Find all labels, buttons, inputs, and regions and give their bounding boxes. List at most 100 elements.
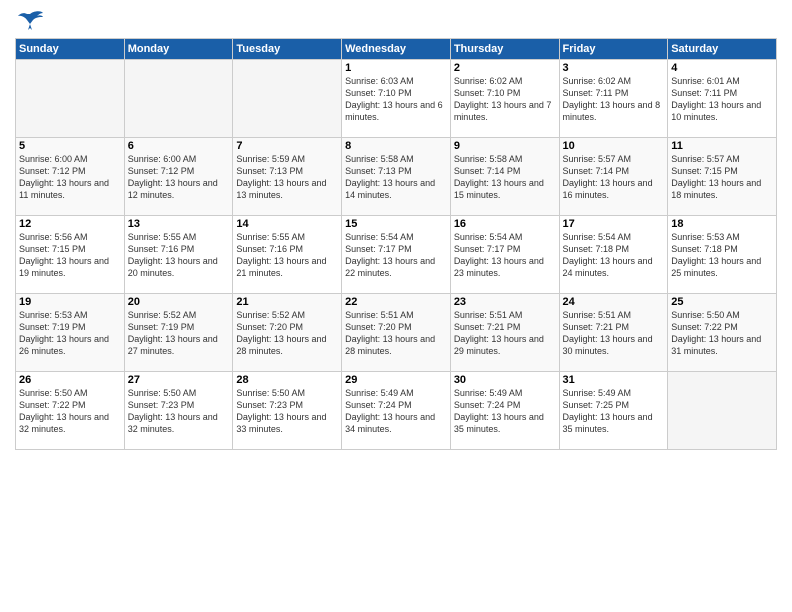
day-info: Sunrise: 5:50 AM Sunset: 7:23 PM Dayligh…	[128, 387, 230, 436]
day-number: 19	[19, 296, 121, 308]
day-info: Sunrise: 5:51 AM Sunset: 7:21 PM Dayligh…	[454, 309, 556, 358]
calendar-cell: 20Sunrise: 5:52 AM Sunset: 7:19 PM Dayli…	[124, 294, 233, 372]
calendar-cell: 23Sunrise: 5:51 AM Sunset: 7:21 PM Dayli…	[450, 294, 559, 372]
calendar-cell: 12Sunrise: 5:56 AM Sunset: 7:15 PM Dayli…	[16, 216, 125, 294]
day-info: Sunrise: 5:54 AM Sunset: 7:18 PM Dayligh…	[563, 231, 665, 280]
day-number: 16	[454, 218, 556, 230]
calendar-cell	[124, 60, 233, 138]
calendar-cell: 13Sunrise: 5:55 AM Sunset: 7:16 PM Dayli…	[124, 216, 233, 294]
calendar-cell: 30Sunrise: 5:49 AM Sunset: 7:24 PM Dayli…	[450, 372, 559, 450]
day-info: Sunrise: 5:50 AM Sunset: 7:22 PM Dayligh…	[19, 387, 121, 436]
calendar-cell: 10Sunrise: 5:57 AM Sunset: 7:14 PM Dayli…	[559, 138, 668, 216]
weekday-header-sunday: Sunday	[16, 39, 125, 60]
calendar-cell: 7Sunrise: 5:59 AM Sunset: 7:13 PM Daylig…	[233, 138, 342, 216]
calendar-cell	[16, 60, 125, 138]
day-info: Sunrise: 5:50 AM Sunset: 7:23 PM Dayligh…	[236, 387, 338, 436]
calendar-cell: 19Sunrise: 5:53 AM Sunset: 7:19 PM Dayli…	[16, 294, 125, 372]
day-number: 2	[454, 62, 556, 74]
calendar-cell: 3Sunrise: 6:02 AM Sunset: 7:11 PM Daylig…	[559, 60, 668, 138]
day-number: 31	[563, 374, 665, 386]
day-info: Sunrise: 5:53 AM Sunset: 7:18 PM Dayligh…	[671, 231, 773, 280]
calendar-cell: 17Sunrise: 5:54 AM Sunset: 7:18 PM Dayli…	[559, 216, 668, 294]
day-number: 21	[236, 296, 338, 308]
day-info: Sunrise: 6:03 AM Sunset: 7:10 PM Dayligh…	[345, 75, 447, 124]
day-number: 9	[454, 140, 556, 152]
day-number: 17	[563, 218, 665, 230]
day-number: 11	[671, 140, 773, 152]
calendar-week-5: 26Sunrise: 5:50 AM Sunset: 7:22 PM Dayli…	[16, 372, 777, 450]
day-info: Sunrise: 5:58 AM Sunset: 7:13 PM Dayligh…	[345, 153, 447, 202]
day-number: 4	[671, 62, 773, 74]
day-number: 6	[128, 140, 230, 152]
day-info: Sunrise: 5:52 AM Sunset: 7:19 PM Dayligh…	[128, 309, 230, 358]
calendar-cell: 25Sunrise: 5:50 AM Sunset: 7:22 PM Dayli…	[668, 294, 777, 372]
calendar-cell: 1Sunrise: 6:03 AM Sunset: 7:10 PM Daylig…	[342, 60, 451, 138]
weekday-header-thursday: Thursday	[450, 39, 559, 60]
day-number: 23	[454, 296, 556, 308]
calendar-cell: 29Sunrise: 5:49 AM Sunset: 7:24 PM Dayli…	[342, 372, 451, 450]
logo	[15, 10, 49, 34]
day-number: 30	[454, 374, 556, 386]
calendar-cell: 21Sunrise: 5:52 AM Sunset: 7:20 PM Dayli…	[233, 294, 342, 372]
calendar-week-2: 5Sunrise: 6:00 AM Sunset: 7:12 PM Daylig…	[16, 138, 777, 216]
day-info: Sunrise: 5:52 AM Sunset: 7:20 PM Dayligh…	[236, 309, 338, 358]
day-info: Sunrise: 5:54 AM Sunset: 7:17 PM Dayligh…	[345, 231, 447, 280]
weekday-header-friday: Friday	[559, 39, 668, 60]
calendar-cell: 14Sunrise: 5:55 AM Sunset: 7:16 PM Dayli…	[233, 216, 342, 294]
calendar-cell: 27Sunrise: 5:50 AM Sunset: 7:23 PM Dayli…	[124, 372, 233, 450]
day-info: Sunrise: 5:51 AM Sunset: 7:20 PM Dayligh…	[345, 309, 447, 358]
calendar-cell: 9Sunrise: 5:58 AM Sunset: 7:14 PM Daylig…	[450, 138, 559, 216]
day-number: 29	[345, 374, 447, 386]
day-number: 5	[19, 140, 121, 152]
calendar-cell	[233, 60, 342, 138]
calendar-header-row: SundayMondayTuesdayWednesdayThursdayFrid…	[16, 39, 777, 60]
day-info: Sunrise: 6:02 AM Sunset: 7:11 PM Dayligh…	[563, 75, 665, 124]
calendar-cell: 24Sunrise: 5:51 AM Sunset: 7:21 PM Dayli…	[559, 294, 668, 372]
calendar-cell: 11Sunrise: 5:57 AM Sunset: 7:15 PM Dayli…	[668, 138, 777, 216]
day-number: 10	[563, 140, 665, 152]
calendar-cell: 18Sunrise: 5:53 AM Sunset: 7:18 PM Dayli…	[668, 216, 777, 294]
calendar-cell	[668, 372, 777, 450]
calendar-cell: 8Sunrise: 5:58 AM Sunset: 7:13 PM Daylig…	[342, 138, 451, 216]
weekday-header-monday: Monday	[124, 39, 233, 60]
day-number: 15	[345, 218, 447, 230]
day-info: Sunrise: 6:02 AM Sunset: 7:10 PM Dayligh…	[454, 75, 556, 124]
day-info: Sunrise: 5:51 AM Sunset: 7:21 PM Dayligh…	[563, 309, 665, 358]
day-number: 26	[19, 374, 121, 386]
logo-bird-icon	[15, 10, 45, 34]
calendar-week-4: 19Sunrise: 5:53 AM Sunset: 7:19 PM Dayli…	[16, 294, 777, 372]
day-number: 3	[563, 62, 665, 74]
day-info: Sunrise: 6:01 AM Sunset: 7:11 PM Dayligh…	[671, 75, 773, 124]
calendar-cell: 5Sunrise: 6:00 AM Sunset: 7:12 PM Daylig…	[16, 138, 125, 216]
day-number: 28	[236, 374, 338, 386]
calendar-week-1: 1Sunrise: 6:03 AM Sunset: 7:10 PM Daylig…	[16, 60, 777, 138]
day-number: 22	[345, 296, 447, 308]
calendar-cell: 2Sunrise: 6:02 AM Sunset: 7:10 PM Daylig…	[450, 60, 559, 138]
day-number: 7	[236, 140, 338, 152]
day-info: Sunrise: 5:59 AM Sunset: 7:13 PM Dayligh…	[236, 153, 338, 202]
calendar-cell: 16Sunrise: 5:54 AM Sunset: 7:17 PM Dayli…	[450, 216, 559, 294]
weekday-header-wednesday: Wednesday	[342, 39, 451, 60]
weekday-header-tuesday: Tuesday	[233, 39, 342, 60]
calendar-table: SundayMondayTuesdayWednesdayThursdayFrid…	[15, 38, 777, 450]
day-number: 25	[671, 296, 773, 308]
calendar-week-3: 12Sunrise: 5:56 AM Sunset: 7:15 PM Dayli…	[16, 216, 777, 294]
day-number: 18	[671, 218, 773, 230]
calendar-cell: 22Sunrise: 5:51 AM Sunset: 7:20 PM Dayli…	[342, 294, 451, 372]
day-number: 13	[128, 218, 230, 230]
day-info: Sunrise: 5:57 AM Sunset: 7:15 PM Dayligh…	[671, 153, 773, 202]
day-number: 1	[345, 62, 447, 74]
day-info: Sunrise: 5:55 AM Sunset: 7:16 PM Dayligh…	[236, 231, 338, 280]
day-number: 8	[345, 140, 447, 152]
day-info: Sunrise: 5:55 AM Sunset: 7:16 PM Dayligh…	[128, 231, 230, 280]
header	[15, 10, 777, 34]
day-info: Sunrise: 5:54 AM Sunset: 7:17 PM Dayligh…	[454, 231, 556, 280]
day-number: 20	[128, 296, 230, 308]
calendar-cell: 31Sunrise: 5:49 AM Sunset: 7:25 PM Dayli…	[559, 372, 668, 450]
day-info: Sunrise: 6:00 AM Sunset: 7:12 PM Dayligh…	[128, 153, 230, 202]
page-container: SundayMondayTuesdayWednesdayThursdayFrid…	[0, 0, 792, 460]
day-info: Sunrise: 5:58 AM Sunset: 7:14 PM Dayligh…	[454, 153, 556, 202]
day-info: Sunrise: 6:00 AM Sunset: 7:12 PM Dayligh…	[19, 153, 121, 202]
calendar-cell: 26Sunrise: 5:50 AM Sunset: 7:22 PM Dayli…	[16, 372, 125, 450]
day-number: 24	[563, 296, 665, 308]
